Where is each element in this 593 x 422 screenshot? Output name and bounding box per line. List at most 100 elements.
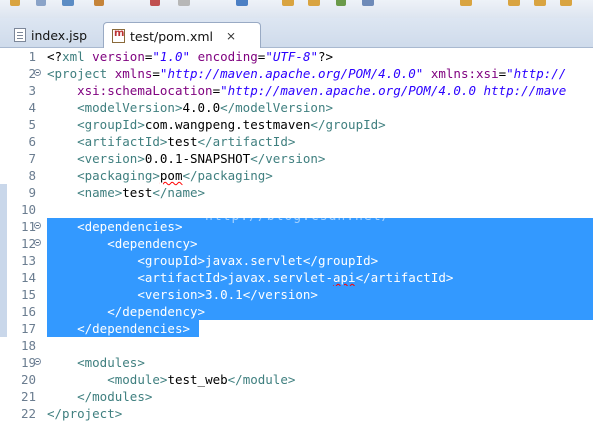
code-line[interactable]: 6 <artifactId>test</artifactId> <box>0 133 593 150</box>
code-text: <dependencies> <box>47 218 182 235</box>
code-line[interactable]: 19 <modules> <box>0 354 593 371</box>
code-token: <? <box>47 49 63 64</box>
toolbar-icon[interactable] <box>534 0 546 6</box>
code-text: <modules> <box>47 354 145 371</box>
toolbar-icon[interactable] <box>460 0 472 6</box>
close-icon[interactable]: ⨯ <box>226 30 236 42</box>
code-token: <dependency> <box>107 236 198 251</box>
code-token: 3.0.1 <box>205 287 243 302</box>
code-line[interactable]: 20 <module>test_web</module> <box>0 371 593 388</box>
code-token: <groupId> <box>137 253 206 268</box>
code-token: xmlns:xsi <box>430 66 499 81</box>
line-number: 7 <box>28 151 36 166</box>
toolbar-icon[interactable] <box>362 0 374 6</box>
toolbar-icon[interactable] <box>178 0 190 6</box>
code-token: <groupId> <box>77 117 145 132</box>
code-line[interactable]: 22 </project> <box>0 405 593 422</box>
line-number: 4 <box>28 100 36 115</box>
tab-label: test/pom.xml <box>130 28 213 44</box>
code-line[interactable]: 5 <groupId>com.wangpeng.testmaven</group… <box>0 116 593 133</box>
tab-pom-xml[interactable]: test/pom.xml ⨯ <box>103 22 261 49</box>
toolbar-icon[interactable] <box>236 0 248 6</box>
line-number: 1 <box>28 49 36 64</box>
code-token: </project> <box>47 406 123 421</box>
code-line[interactable]: 18 <box>0 337 593 354</box>
code-token: </groupId> <box>310 117 386 132</box>
code-token: "http://maven.apache.org/POM/4.0.0 http:… <box>220 83 567 98</box>
code-text: <groupId>com.wangpeng.testmaven</groupId… <box>47 116 386 133</box>
code-token: "http://maven.apache.org/POM/4.0.0" <box>159 66 424 81</box>
code-line[interactable]: 12 <dependency> <box>0 235 593 252</box>
code-text: <?xml version="1.0" encoding="UTF-8"?> <box>47 48 333 65</box>
fold-toggle-icon[interactable] <box>34 239 41 246</box>
code-token: ?> <box>318 49 334 64</box>
code-text: <packaging>pom</packaging> <box>47 167 273 184</box>
line-number: 3 <box>28 83 36 98</box>
code-line[interactable]: 7 <version>0.0.1-SNAPSHOT</version> <box>0 150 593 167</box>
code-line[interactable]: 21 </modules> <box>0 388 593 405</box>
code-line[interactable]: 8 <packaging>pom</packaging> <box>0 167 593 184</box>
line-number: 11 <box>20 219 36 234</box>
toolbar-icon[interactable] <box>36 0 46 6</box>
code-text: <project xmlns="http://maven.apache.org/… <box>47 65 566 82</box>
code-token: <artifactId> <box>77 134 168 149</box>
code-token: </packaging> <box>182 168 273 183</box>
fold-toggle-icon[interactable] <box>34 69 41 76</box>
toolbar-icon[interactable] <box>94 0 104 6</box>
toolbar-icon[interactable] <box>10 0 20 6</box>
line-number: 10 <box>20 202 36 217</box>
line-number: 16 <box>20 304 36 319</box>
code-token: </modelVersion> <box>220 100 333 115</box>
editor-tab-bar: index.jsp test/pom.xml ⨯ <box>0 18 593 49</box>
code-text: <artifactId>javax.servlet-api</artifactI… <box>47 269 453 286</box>
code-line[interactable]: 15 <version>3.0.1</version> <box>0 286 593 303</box>
line-number: 19 <box>20 355 36 370</box>
code-line[interactable]: 2 <project xmlns="http://maven.apache.org… <box>0 65 593 82</box>
code-line[interactable]: 16 </dependency> <box>0 303 593 320</box>
code-line[interactable]: 4 <modelVersion>4.0.0</modelVersion> <box>0 99 593 116</box>
toolbar-icon[interactable] <box>308 0 320 6</box>
code-line[interactable]: 3 xsi:schemaLocation="http://maven.apach… <box>0 82 593 99</box>
line-number: 9 <box>28 185 36 200</box>
code-token: test <box>167 134 198 149</box>
code-token: </name> <box>152 185 206 200</box>
code-line[interactable]: 9 <name>test</name> <box>0 184 593 201</box>
code-token: pom <box>159 168 183 183</box>
code-token: <version> <box>77 151 145 166</box>
toolbar <box>0 0 593 18</box>
code-token: api <box>332 270 356 285</box>
code-line[interactable]: 1 <?xml version="1.0" encoding="UTF-8"?> <box>0 48 593 65</box>
toolbar-icon[interactable] <box>336 0 346 6</box>
toolbar-icon[interactable] <box>508 0 520 6</box>
code-text: <artifactId>test</artifactId> <box>47 133 295 150</box>
toolbar-icon[interactable] <box>282 0 294 6</box>
fold-toggle-icon[interactable] <box>34 222 41 229</box>
code-text: xsi:schemaLocation="http://maven.apache.… <box>47 82 566 99</box>
code-token: javax.servlet- <box>227 270 333 285</box>
fold-toggle-icon[interactable] <box>34 358 41 365</box>
xml-editor[interactable]: 1 <?xml version="1.0" encoding="UTF-8"?> 2… <box>0 48 593 421</box>
code-token: xml <box>62 49 85 64</box>
toolbar-icon[interactable] <box>62 0 74 6</box>
code-token: 4.0.0 <box>182 100 221 115</box>
code-token: <modelVersion> <box>77 100 183 115</box>
code-line[interactable]: 17 </dependencies> <box>0 320 593 337</box>
code-token: <name> <box>77 185 123 200</box>
code-token: <version> <box>137 287 206 302</box>
watermark: http://blog.csdn.net/ <box>205 209 391 224</box>
code-line[interactable]: 13 <groupId>javax.servlet</groupId> <box>0 252 593 269</box>
tab-index-jsp[interactable]: index.jsp <box>6 22 99 48</box>
code-text: </dependencies> <box>47 320 190 337</box>
code-text: <modelVersion>4.0.0</modelVersion> <box>47 99 333 116</box>
code-token: 0.0.1-SNAPSHOT <box>144 151 251 166</box>
toolbar-icon[interactable] <box>150 0 160 6</box>
toolbar-icon[interactable] <box>560 0 572 6</box>
code-line[interactable]: 14 <artifactId>javax.servlet-api</artifa… <box>0 269 593 286</box>
